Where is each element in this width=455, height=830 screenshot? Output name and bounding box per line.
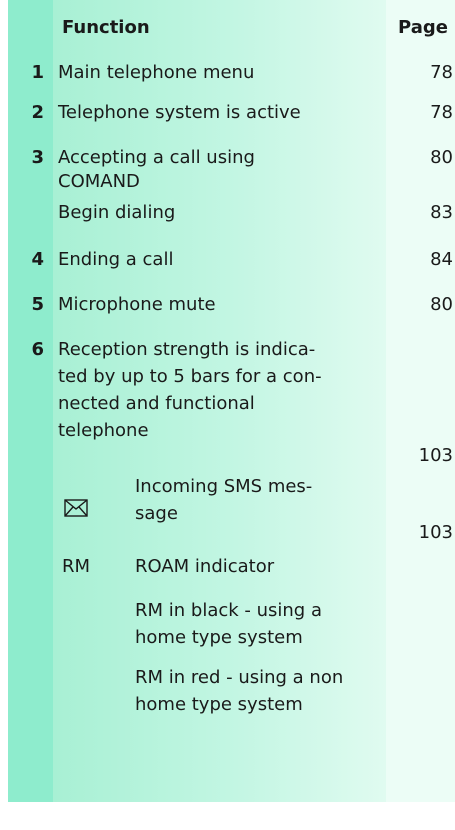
row-page: 103 xyxy=(418,445,453,466)
sub-function-text: Incoming SMS mes- xyxy=(135,476,313,497)
row-page: 78 xyxy=(430,102,453,123)
row-function-text: telephone xyxy=(58,420,149,441)
row-function-text: Begin dialing xyxy=(58,202,176,223)
envelope-icon xyxy=(64,499,88,517)
row-page: 103 xyxy=(418,522,453,543)
row-function-text: Microphone mute xyxy=(58,294,216,315)
row-function-text: Ending a call xyxy=(58,249,174,270)
sub-function-text: ROAM indicator xyxy=(135,556,275,577)
row-function-text: Accepting a call using xyxy=(58,147,255,168)
row-page: 83 xyxy=(430,202,453,223)
sub-function-text: RM in red - using a non xyxy=(135,667,344,688)
row-page: 80 xyxy=(430,147,453,168)
sub-function-text: sage xyxy=(135,503,178,524)
row-function-text: Telephone system is active xyxy=(58,102,301,123)
row-page: 84 xyxy=(430,249,453,270)
row-number: 5 xyxy=(31,294,44,315)
row-number: 6 xyxy=(31,339,44,360)
row-function-text: nected and functional xyxy=(58,393,255,414)
row-page: 80 xyxy=(430,294,453,315)
row-number: 2 xyxy=(31,102,44,123)
row-page: 78 xyxy=(430,62,453,83)
function-header: Function xyxy=(62,17,150,38)
sub-function-text: home type system xyxy=(135,694,303,715)
sub-function-text: RM in black - using a xyxy=(135,600,322,621)
row-number: 1 xyxy=(31,62,44,83)
page-header: Page xyxy=(398,17,448,38)
row-number: 3 xyxy=(31,147,44,168)
row-function-text: COMAND xyxy=(58,171,140,192)
row-function-text: ted by up to 5 bars for a con- xyxy=(58,366,322,387)
sub-function-text: home type system xyxy=(135,627,303,648)
row-function-text: Main telephone menu xyxy=(58,62,255,83)
row-function-text: Reception strength is indica- xyxy=(58,339,316,360)
row-number: 4 xyxy=(31,249,44,270)
sub-label: RM xyxy=(62,556,91,577)
